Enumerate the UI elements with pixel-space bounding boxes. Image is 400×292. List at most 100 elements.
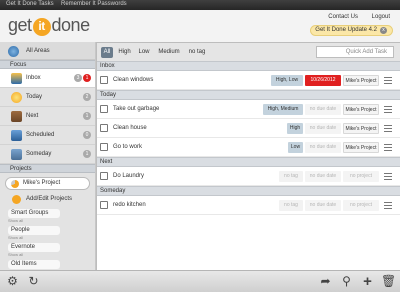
count-badge: 3 [74, 74, 82, 82]
project-chip[interactable]: Mike's Project [343, 104, 379, 115]
due-date-chip[interactable]: no due date [305, 171, 341, 182]
logout-link[interactable]: Logout [372, 14, 390, 20]
tag-chip[interactable]: High [287, 123, 303, 134]
sidebar-item-label: Today [26, 94, 43, 100]
tab-remember-it[interactable]: Remember It Passwords [61, 1, 127, 7]
filter-tab-high[interactable]: High [116, 47, 133, 58]
sidebar-item-someday[interactable]: Someday 1 [0, 145, 95, 164]
task-checkbox[interactable] [100, 105, 108, 113]
project-label: Mike's Project [23, 180, 61, 186]
due-date-chip[interactable]: 10/26/2012 [305, 75, 341, 86]
tag-chip[interactable]: High, Low [271, 75, 303, 86]
globe-icon [8, 46, 19, 57]
menu-icon[interactable] [384, 106, 392, 113]
tag-chip[interactable]: Low [288, 142, 303, 153]
sidebar-item-label: Next [26, 113, 39, 119]
menu-icon[interactable] [384, 202, 392, 209]
show-all-link[interactable]: Show all [8, 235, 95, 240]
filter-tab-low[interactable]: Low [137, 47, 151, 58]
sidebar-item-label: Scheduled [26, 132, 55, 138]
update-notice[interactable]: Get It Done Update 4.2 x [310, 25, 393, 36]
due-badge: 1 [83, 74, 91, 82]
inbox-icon [11, 73, 22, 84]
project-chip[interactable]: no project [343, 200, 379, 211]
project-chip[interactable]: no project [343, 171, 379, 182]
task-row[interactable]: Go to work Low no due date Mike's Projec… [97, 138, 400, 157]
project-chip[interactable]: Mike's Project [343, 75, 379, 86]
sun-icon [11, 92, 22, 103]
filter-tab-no-tag[interactable]: no tag [186, 47, 208, 58]
search-icon[interactable]: ⚲ [340, 275, 353, 288]
show-all-link[interactable]: Show all [8, 252, 95, 257]
count-badge: 1 [83, 150, 91, 158]
task-title[interactable]: Go to work [113, 138, 142, 157]
evernote-title[interactable]: Evernote [8, 243, 60, 252]
trash-icon[interactable]: 🗑 [381, 275, 396, 288]
tag-chip[interactable]: no tag [279, 171, 303, 182]
sidebar-item-inbox[interactable]: Inbox 3 1 [0, 69, 95, 88]
refresh-icon[interactable]: ↻ [27, 275, 40, 288]
logo-text-get: get [8, 15, 32, 35]
filter-tab-all[interactable]: All [101, 47, 113, 58]
people-title[interactable]: People [8, 226, 60, 235]
sidebar-item-label: Inbox [26, 75, 41, 81]
task-row[interactable]: Take out garbage High, Medium no due dat… [97, 100, 400, 119]
smart-groups-title[interactable]: Smart Groups [8, 209, 60, 218]
due-date-chip[interactable]: no due date [305, 200, 341, 211]
add-icon[interactable]: + [361, 274, 374, 289]
share-icon[interactable]: ➦ [319, 275, 332, 288]
due-date-chip[interactable]: no due date [305, 123, 341, 134]
task-row[interactable]: redo kitchen no tag no due date no proje… [97, 196, 400, 215]
update-text[interactable]: Get It Done Update 4.2 [315, 27, 377, 33]
menu-icon[interactable] [384, 144, 392, 151]
task-checkbox[interactable] [100, 76, 108, 84]
gear-icon[interactable]: ⚙ [6, 275, 19, 288]
close-icon[interactable]: x [380, 27, 387, 34]
due-date-chip[interactable]: no due date [305, 142, 341, 153]
tag-chip[interactable]: High, Medium [263, 104, 303, 115]
sidebar-project-item[interactable]: Mike's Project [5, 177, 90, 190]
sidebar-item-label: Someday [26, 151, 52, 157]
due-date-chip[interactable]: no due date [305, 104, 341, 115]
tag-chip[interactable]: no tag [279, 200, 303, 211]
add-edit-projects-button[interactable]: Add/Edit Projects [0, 193, 95, 206]
all-areas-selector[interactable]: All Areas [0, 42, 95, 60]
section-header-next: Next [97, 157, 400, 167]
task-row[interactable]: Clean windows High, Low 10/26/2012 Mike'… [97, 71, 400, 90]
task-checkbox[interactable] [100, 124, 108, 132]
sidebar-item-today[interactable]: Today 2 [0, 88, 95, 107]
bottom-toolbar: ⚙ ↻ ➦ ⚲ + 🗑 [0, 270, 400, 292]
filter-tab-medium[interactable]: Medium [156, 47, 182, 58]
logo-text-done: done [51, 15, 91, 35]
all-areas-label: All Areas [26, 48, 50, 54]
task-checkbox[interactable] [100, 172, 108, 180]
task-row[interactable]: Do Laundry no tag no due date no project [97, 167, 400, 186]
sidebar-item-scheduled[interactable]: Scheduled 0 [0, 126, 95, 145]
quick-add-input[interactable]: Quick Add Task [316, 46, 394, 58]
notebook-icon [11, 149, 22, 160]
sidebar-item-next[interactable]: Next 1 [0, 107, 95, 126]
menu-icon[interactable] [384, 125, 392, 132]
task-title[interactable]: Do Laundry [113, 167, 144, 186]
project-chip[interactable]: Mike's Project [343, 142, 379, 153]
task-checkbox[interactable] [100, 143, 108, 151]
show-all-link[interactable]: Show all [8, 218, 95, 223]
logo-it-badge: it [32, 18, 51, 36]
menu-icon[interactable] [384, 173, 392, 180]
section-header-inbox: Inbox [97, 61, 400, 71]
task-checkbox[interactable] [100, 201, 108, 209]
sidebar: All Areas Focus Inbox 3 1 Today 2 Next 1… [0, 42, 96, 274]
next-arrow-icon [11, 111, 22, 122]
project-chip[interactable]: Mike's Project [343, 123, 379, 134]
task-row[interactable]: Clean house High no due date Mike's Proj… [97, 119, 400, 138]
header: get it done Contact Us Logout Get It Done … [0, 10, 400, 42]
task-title[interactable]: Clean windows [113, 71, 153, 90]
task-title[interactable]: Clean house [113, 119, 147, 138]
count-badge: 2 [83, 93, 91, 101]
task-title[interactable]: Take out garbage [113, 100, 159, 119]
contact-link[interactable]: Contact Us [328, 14, 358, 20]
menu-icon[interactable] [384, 77, 392, 84]
tab-get-it-done[interactable]: Get It Done Tasks [6, 1, 54, 7]
old-items-title[interactable]: Old Items [8, 260, 60, 269]
task-title[interactable]: redo kitchen [113, 196, 146, 215]
